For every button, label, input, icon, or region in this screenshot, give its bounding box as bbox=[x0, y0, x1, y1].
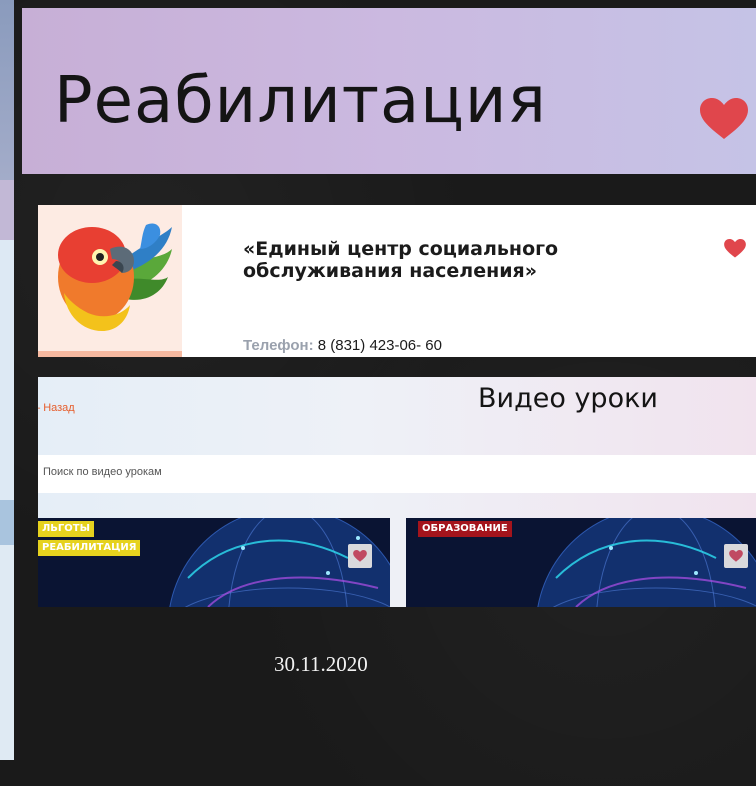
organization-card[interactable]: «Единый центр социального обслуживания н… bbox=[38, 205, 756, 357]
phone-label: Телефон: bbox=[243, 337, 314, 354]
left-background-panel bbox=[0, 0, 14, 760]
video-card[interactable]: ОБРАЗОВАНИЕ bbox=[406, 518, 756, 607]
rehabilitation-banner: Реабилитация bbox=[22, 8, 756, 174]
date-label: 30.11.2020 bbox=[274, 652, 368, 676]
heart-icon bbox=[353, 550, 367, 562]
heart-icon[interactable] bbox=[724, 239, 746, 258]
search-placeholder: Поиск по видео урокам bbox=[43, 466, 162, 478]
heart-icon bbox=[729, 550, 743, 562]
tag-obrazovanie[interactable]: ОБРАЗОВАНИЕ bbox=[418, 521, 512, 537]
favorite-button[interactable] bbox=[348, 544, 372, 568]
video-lessons-panel: – Назад Видео уроки Поиск по видео урока… bbox=[38, 377, 756, 607]
tag-lgoty[interactable]: ЛЬГОТЫ bbox=[38, 521, 94, 537]
organization-name[interactable]: «Единый центр социального обслуживания н… bbox=[243, 238, 663, 282]
parrot-logo-icon bbox=[58, 223, 172, 331]
tag-reabilitatsiya[interactable]: РЕАБИЛИТАЦИЯ bbox=[38, 540, 141, 556]
video-search-input[interactable]: Поиск по видео урокам bbox=[38, 455, 756, 493]
organization-phone: Телефон: 8 (831) 423-06- 60 bbox=[243, 337, 442, 354]
video-lessons-title: Видео уроки bbox=[478, 383, 658, 414]
org-logo-container bbox=[38, 205, 182, 351]
back-link[interactable]: – Назад bbox=[38, 402, 75, 414]
org-logo-underline bbox=[38, 351, 182, 357]
video-card[interactable]: ЛЬГОТЫ РЕАБИЛИТАЦИЯ bbox=[38, 518, 390, 607]
favorite-button[interactable] bbox=[724, 544, 748, 568]
back-label[interactable]: Назад bbox=[43, 402, 75, 414]
banner-title: Реабилитация bbox=[54, 64, 547, 138]
phone-value[interactable]: 8 (831) 423-06- 60 bbox=[314, 337, 442, 354]
heart-icon[interactable] bbox=[700, 98, 748, 140]
